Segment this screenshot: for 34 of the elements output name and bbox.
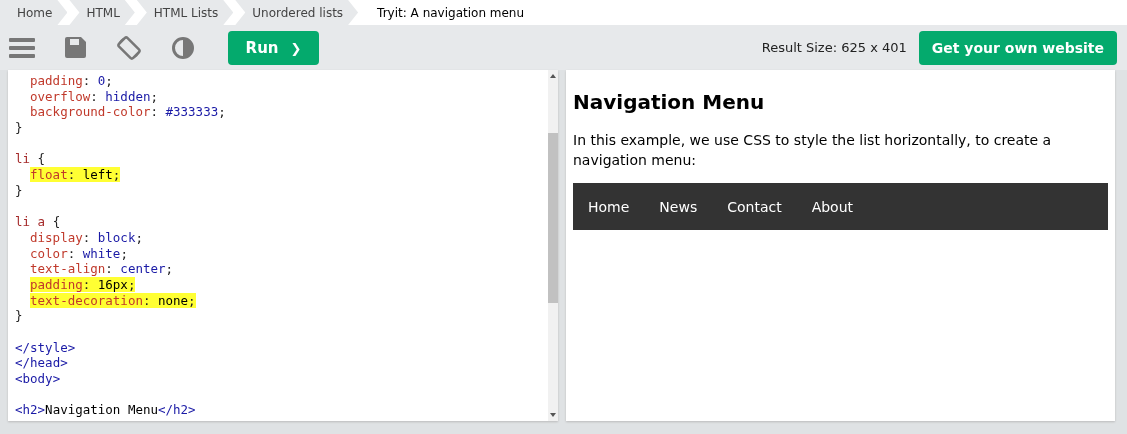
scrollbar[interactable]	[548, 70, 558, 421]
contrast-icon[interactable]	[172, 36, 194, 59]
scroll-up-icon[interactable]	[550, 74, 556, 78]
code-line: <body>	[15, 371, 61, 387]
code-line: li {	[15, 151, 46, 167]
code-line: <h2>Navigation Menu</h2>	[15, 402, 196, 418]
code-line: }	[15, 182, 23, 198]
nav-link[interactable]: Home	[573, 183, 645, 230]
result-paragraph: In this example, we use CSS to style the list horizontally, to create a navigation menu:	[573, 131, 1053, 170]
code-line: </head>	[15, 355, 68, 371]
code-line: }	[15, 120, 23, 136]
breadcrumb-link[interactable]: Unordered lists	[235, 0, 359, 25]
code-line: color: white;	[30, 245, 128, 261]
code-line: text-align: center;	[30, 261, 174, 277]
code-line: overflow: hidden;	[30, 88, 158, 104]
breadcrumb-link[interactable]: HTML	[69, 0, 135, 25]
breadcrumb-link[interactable]: HTML Lists	[136, 0, 234, 25]
result-size: Result Size: 625 x 401	[761, 40, 907, 55]
code-line: background-color: #333333;	[30, 104, 226, 120]
breadcrumb-link[interactable]: Home	[0, 0, 68, 25]
code-line: }	[15, 308, 23, 324]
code-line: </style>	[15, 339, 76, 355]
nav-link[interactable]: News	[644, 183, 713, 230]
menu-icon[interactable]	[9, 36, 35, 59]
code-line: padding: 0;	[30, 73, 113, 88]
code-line: li a {	[15, 214, 61, 230]
save-icon[interactable]	[65, 37, 86, 58]
result-heading: Navigation Menu	[573, 90, 766, 114]
scroll-down-icon[interactable]	[550, 413, 556, 417]
nav-link[interactable]: About	[796, 183, 869, 230]
scroll-thumb[interactable]	[548, 133, 558, 303]
code-line: display: block;	[30, 229, 143, 245]
rotate-icon[interactable]	[116, 34, 142, 61]
nav-link[interactable]: Contact	[712, 183, 797, 230]
